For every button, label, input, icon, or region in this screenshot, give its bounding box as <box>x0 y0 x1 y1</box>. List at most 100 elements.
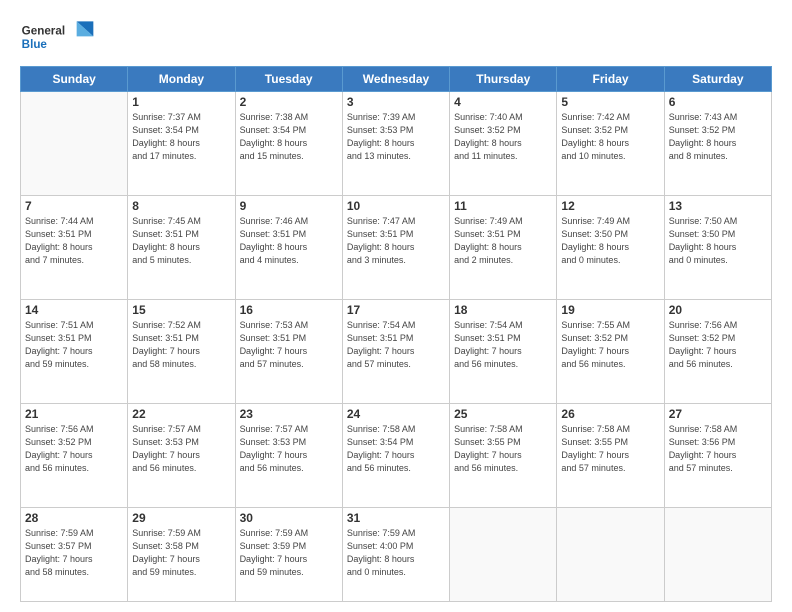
day-number: 6 <box>669 95 767 109</box>
calendar-cell: 18 Sunrise: 7:54 AM Sunset: 3:51 PM Dayli… <box>450 299 557 403</box>
day-info: Sunrise: 7:52 AM Sunset: 3:51 PM Dayligh… <box>132 319 230 371</box>
calendar-week-4: 21 Sunrise: 7:56 AM Sunset: 3:52 PM Dayli… <box>21 403 772 507</box>
day-info: Sunrise: 7:37 AM Sunset: 3:54 PM Dayligh… <box>132 111 230 163</box>
calendar-week-3: 14 Sunrise: 7:51 AM Sunset: 3:51 PM Dayli… <box>21 299 772 403</box>
weekday-header-saturday: Saturday <box>664 67 771 92</box>
day-info: Sunrise: 7:47 AM Sunset: 3:51 PM Dayligh… <box>347 215 445 267</box>
calendar-cell <box>557 507 664 602</box>
day-number: 7 <box>25 199 123 213</box>
day-number: 18 <box>454 303 552 317</box>
day-number: 13 <box>669 199 767 213</box>
calendar-cell <box>21 92 128 196</box>
day-number: 14 <box>25 303 123 317</box>
calendar-cell: 26 Sunrise: 7:58 AM Sunset: 3:55 PM Dayli… <box>557 403 664 507</box>
calendar-cell: 31Sunrise: 7:59 AM Sunset: 4:00 PM Dayli… <box>342 507 449 602</box>
day-info: Sunrise: 7:56 AM Sunset: 3:52 PM Dayligh… <box>669 319 767 371</box>
calendar-cell: 6 Sunrise: 7:43 AM Sunset: 3:52 PM Daylig… <box>664 92 771 196</box>
calendar-cell: 13 Sunrise: 7:50 AM Sunset: 3:50 PM Dayli… <box>664 195 771 299</box>
calendar-cell: 28Sunrise: 7:59 AM Sunset: 3:57 PM Dayli… <box>21 507 128 602</box>
calendar-cell: 22 Sunrise: 7:57 AM Sunset: 3:53 PM Dayli… <box>128 403 235 507</box>
day-number: 9 <box>240 199 338 213</box>
day-number: 22 <box>132 407 230 421</box>
calendar-table: SundayMondayTuesdayWednesdayThursdayFrid… <box>20 66 772 602</box>
calendar-cell: 1Sunrise: 7:37 AM Sunset: 3:54 PM Daylig… <box>128 92 235 196</box>
calendar-cell: 2 Sunrise: 7:38 AM Sunset: 3:54 PM Daylig… <box>235 92 342 196</box>
day-number: 23 <box>240 407 338 421</box>
day-info: Sunrise: 7:51 AM Sunset: 3:51 PM Dayligh… <box>25 319 123 371</box>
day-number: 10 <box>347 199 445 213</box>
day-number: 3 <box>347 95 445 109</box>
day-info: Sunrise: 7:46 AM Sunset: 3:51 PM Dayligh… <box>240 215 338 267</box>
day-info: Sunrise: 7:39 AM Sunset: 3:53 PM Dayligh… <box>347 111 445 163</box>
weekday-header-sunday: Sunday <box>21 67 128 92</box>
weekday-header-friday: Friday <box>557 67 664 92</box>
day-number: 15 <box>132 303 230 317</box>
day-info: Sunrise: 7:56 AM Sunset: 3:52 PM Dayligh… <box>25 423 123 475</box>
calendar-cell: 30Sunrise: 7:59 AM Sunset: 3:59 PM Dayli… <box>235 507 342 602</box>
logo: General Blue <box>20 18 95 58</box>
calendar-cell: 12Sunrise: 7:49 AM Sunset: 3:50 PM Dayli… <box>557 195 664 299</box>
header: General Blue <box>20 18 772 58</box>
day-number: 21 <box>25 407 123 421</box>
calendar-cell: 5 Sunrise: 7:42 AM Sunset: 3:52 PM Daylig… <box>557 92 664 196</box>
day-info: Sunrise: 7:44 AM Sunset: 3:51 PM Dayligh… <box>25 215 123 267</box>
day-number: 31 <box>347 511 445 525</box>
day-info: Sunrise: 7:58 AM Sunset: 3:55 PM Dayligh… <box>561 423 659 475</box>
day-info: Sunrise: 7:49 AM Sunset: 3:51 PM Dayligh… <box>454 215 552 267</box>
day-number: 19 <box>561 303 659 317</box>
day-info: Sunrise: 7:50 AM Sunset: 3:50 PM Dayligh… <box>669 215 767 267</box>
day-number: 25 <box>454 407 552 421</box>
day-number: 28 <box>25 511 123 525</box>
calendar-cell <box>450 507 557 602</box>
day-number: 26 <box>561 407 659 421</box>
day-info: Sunrise: 7:57 AM Sunset: 3:53 PM Dayligh… <box>240 423 338 475</box>
calendar-cell: 23 Sunrise: 7:57 AM Sunset: 3:53 PM Dayli… <box>235 403 342 507</box>
day-info: Sunrise: 7:38 AM Sunset: 3:54 PM Dayligh… <box>240 111 338 163</box>
day-number: 17 <box>347 303 445 317</box>
day-info: Sunrise: 7:45 AM Sunset: 3:51 PM Dayligh… <box>132 215 230 267</box>
calendar-cell: 9 Sunrise: 7:46 AM Sunset: 3:51 PM Daylig… <box>235 195 342 299</box>
svg-text:General: General <box>22 25 65 38</box>
weekday-header-tuesday: Tuesday <box>235 67 342 92</box>
calendar-cell: 17Sunrise: 7:54 AM Sunset: 3:51 PM Dayli… <box>342 299 449 403</box>
calendar-cell: 7 Sunrise: 7:44 AM Sunset: 3:51 PM Daylig… <box>21 195 128 299</box>
calendar-cell: 10 Sunrise: 7:47 AM Sunset: 3:51 PM Dayli… <box>342 195 449 299</box>
calendar-cell: 8 Sunrise: 7:45 AM Sunset: 3:51 PM Daylig… <box>128 195 235 299</box>
calendar-cell <box>664 507 771 602</box>
calendar-cell: 14 Sunrise: 7:51 AM Sunset: 3:51 PM Dayli… <box>21 299 128 403</box>
weekday-header-thursday: Thursday <box>450 67 557 92</box>
calendar-cell: 19 Sunrise: 7:55 AM Sunset: 3:52 PM Dayli… <box>557 299 664 403</box>
calendar-cell: 4 Sunrise: 7:40 AM Sunset: 3:52 PM Daylig… <box>450 92 557 196</box>
day-number: 16 <box>240 303 338 317</box>
day-number: 27 <box>669 407 767 421</box>
calendar-cell: 16Sunrise: 7:53 AM Sunset: 3:51 PM Dayli… <box>235 299 342 403</box>
day-number: 8 <box>132 199 230 213</box>
calendar-week-5: 28Sunrise: 7:59 AM Sunset: 3:57 PM Dayli… <box>21 507 772 602</box>
weekday-header-wednesday: Wednesday <box>342 67 449 92</box>
day-info: Sunrise: 7:59 AM Sunset: 3:58 PM Dayligh… <box>132 527 230 579</box>
calendar-cell: 15 Sunrise: 7:52 AM Sunset: 3:51 PM Dayli… <box>128 299 235 403</box>
day-info: Sunrise: 7:49 AM Sunset: 3:50 PM Dayligh… <box>561 215 659 267</box>
day-number: 30 <box>240 511 338 525</box>
day-info: Sunrise: 7:54 AM Sunset: 3:51 PM Dayligh… <box>454 319 552 371</box>
weekday-header-monday: Monday <box>128 67 235 92</box>
day-info: Sunrise: 7:55 AM Sunset: 3:52 PM Dayligh… <box>561 319 659 371</box>
day-info: Sunrise: 7:40 AM Sunset: 3:52 PM Dayligh… <box>454 111 552 163</box>
day-info: Sunrise: 7:58 AM Sunset: 3:56 PM Dayligh… <box>669 423 767 475</box>
day-info: Sunrise: 7:42 AM Sunset: 3:52 PM Dayligh… <box>561 111 659 163</box>
day-number: 20 <box>669 303 767 317</box>
svg-text:Blue: Blue <box>22 38 48 51</box>
day-info: Sunrise: 7:43 AM Sunset: 3:52 PM Dayligh… <box>669 111 767 163</box>
day-number: 24 <box>347 407 445 421</box>
calendar-week-2: 7 Sunrise: 7:44 AM Sunset: 3:51 PM Daylig… <box>21 195 772 299</box>
day-number: 4 <box>454 95 552 109</box>
calendar-cell: 27 Sunrise: 7:58 AM Sunset: 3:56 PM Dayli… <box>664 403 771 507</box>
day-number: 5 <box>561 95 659 109</box>
page: General Blue SundayMondayTuesdayWednesda… <box>0 0 792 612</box>
day-info: Sunrise: 7:57 AM Sunset: 3:53 PM Dayligh… <box>132 423 230 475</box>
calendar-cell: 25 Sunrise: 7:58 AM Sunset: 3:55 PM Dayli… <box>450 403 557 507</box>
day-number: 2 <box>240 95 338 109</box>
day-number: 29 <box>132 511 230 525</box>
calendar-cell: 20 Sunrise: 7:56 AM Sunset: 3:52 PM Dayli… <box>664 299 771 403</box>
day-info: Sunrise: 7:58 AM Sunset: 3:55 PM Dayligh… <box>454 423 552 475</box>
